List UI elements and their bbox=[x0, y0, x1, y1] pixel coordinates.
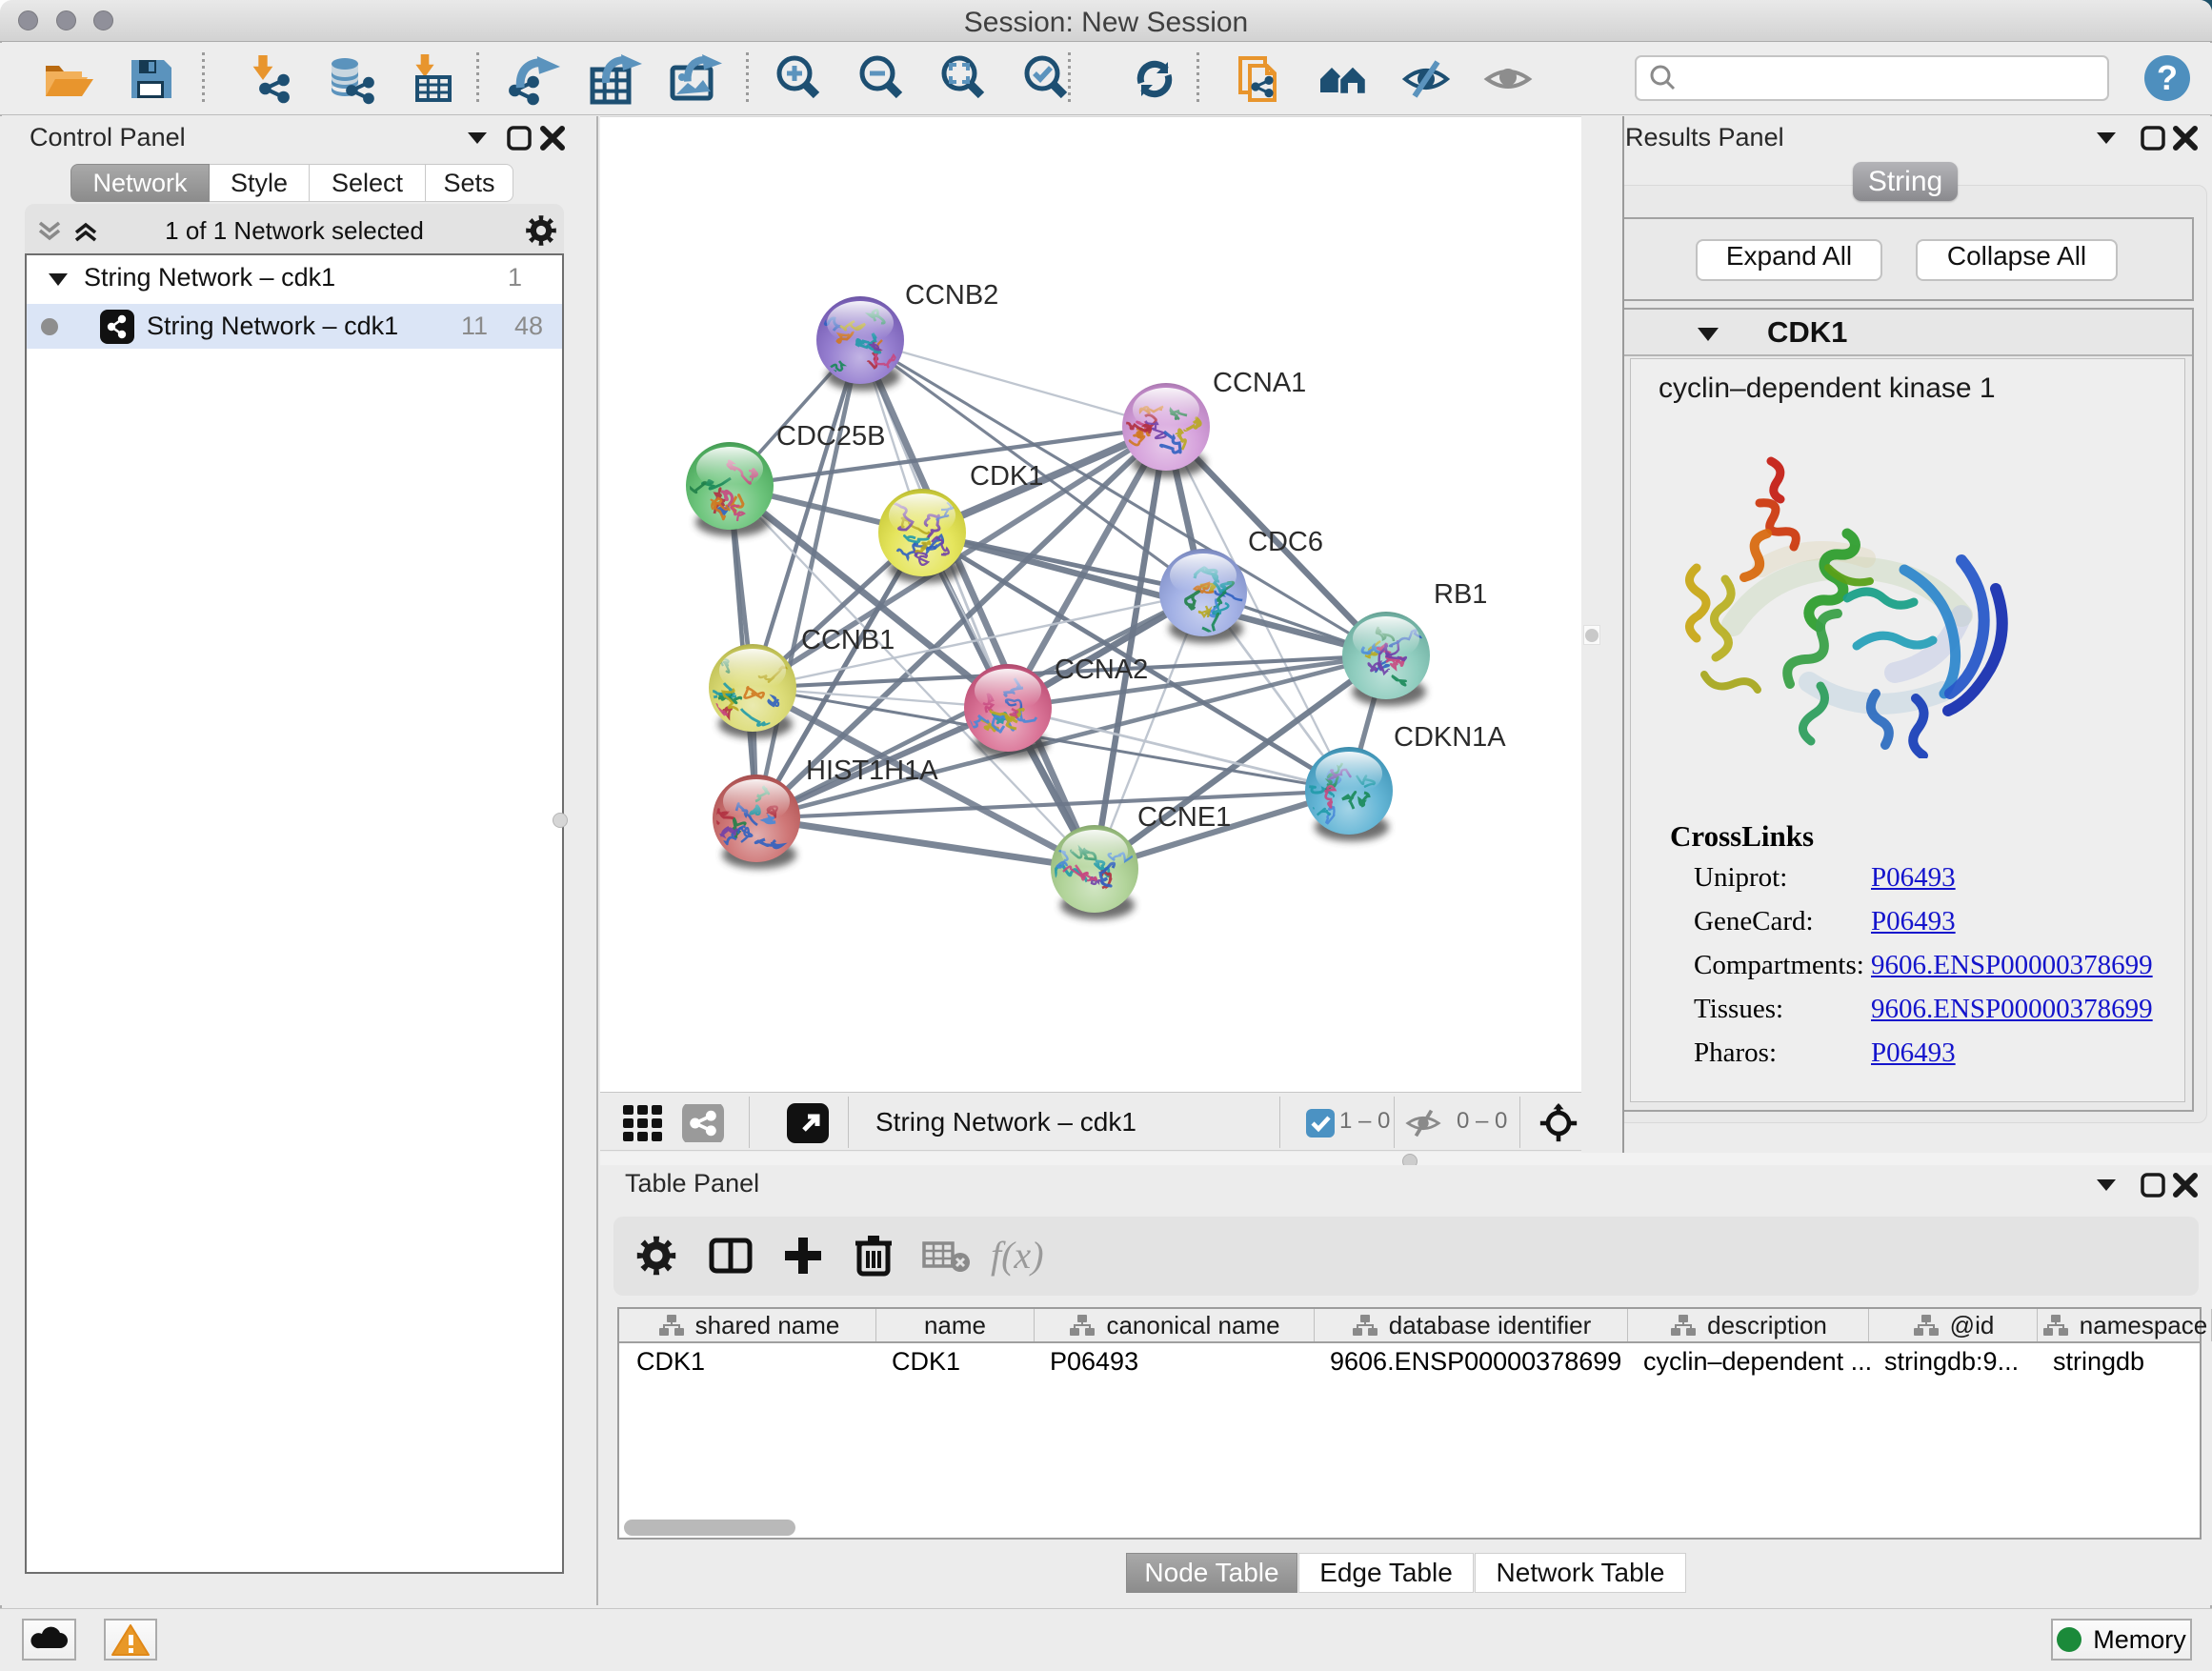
svg-text:CDC25B: CDC25B bbox=[776, 421, 885, 452]
svg-text:HIST1H1A: HIST1H1A bbox=[806, 755, 938, 786]
svg-text:CCNB2: CCNB2 bbox=[905, 280, 998, 311]
svg-text:CDK1: CDK1 bbox=[970, 461, 1043, 492]
svg-text:?: ? bbox=[2157, 58, 2178, 97]
svg-text:CCNA2: CCNA2 bbox=[1055, 654, 1148, 685]
svg-text:CCNA1: CCNA1 bbox=[1213, 368, 1306, 398]
svg-text:CDKN1A: CDKN1A bbox=[1394, 722, 1506, 753]
svg-text:CCNE1: CCNE1 bbox=[1137, 802, 1231, 833]
svg-text:CDC6: CDC6 bbox=[1248, 527, 1323, 557]
svg-text:RB1: RB1 bbox=[1434, 579, 1487, 610]
svg-text:CCNB1: CCNB1 bbox=[801, 625, 895, 655]
